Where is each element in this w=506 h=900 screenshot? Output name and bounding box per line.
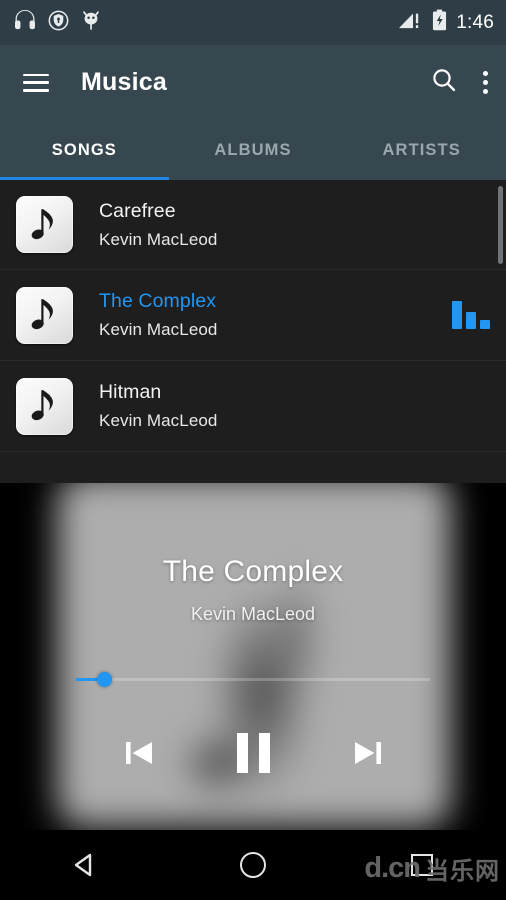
seek-bar-track [76, 678, 430, 681]
table-row[interactable]: Carefree Kevin MacLeod [0, 180, 506, 270]
song-title: The Complex [99, 290, 217, 312]
seek-bar-thumb[interactable] [97, 672, 112, 687]
seek-bar[interactable] [76, 672, 430, 687]
status-bar-left-icons [14, 9, 101, 36]
tab-artists[interactable]: ARTISTS [337, 120, 506, 180]
battery-charging-icon [432, 9, 447, 36]
status-bar: 1:46 [0, 0, 506, 45]
shield-lock-icon [48, 10, 69, 36]
tab-albums[interactable]: ALBUMS [169, 120, 338, 180]
row-text: The Complex Kevin MacLeod [99, 290, 217, 340]
list-scrollbar[interactable] [498, 186, 503, 264]
android-navigation-bar: d.cn 当乐网 [0, 830, 506, 900]
now-playing-artist: Kevin MacLeod [190, 604, 316, 624]
tab-songs[interactable]: SONGS [0, 120, 169, 180]
signal-warning-icon [398, 10, 423, 35]
previous-track-icon[interactable] [119, 733, 159, 773]
album-art-thumbnail [16, 377, 73, 435]
album-art-thumbnail [16, 286, 73, 344]
album-art-thumbnail [16, 196, 73, 253]
song-list[interactable]: Carefree Kevin MacLeod The Complex Kevin… [0, 180, 506, 483]
now-playing-equalizer-icon [452, 301, 490, 329]
song-artist: Kevin MacLeod [99, 411, 218, 430]
status-bar-right-icons: 1:46 [398, 9, 494, 36]
app-bar: Musica [0, 45, 506, 120]
back-triangle-icon[interactable] [0, 851, 169, 879]
status-bar-clock: 1:46 [456, 11, 494, 33]
music-note-icon [31, 390, 53, 421]
search-icon[interactable] [431, 67, 457, 98]
hamburger-menu-icon[interactable] [23, 73, 49, 92]
pause-icon[interactable] [236, 733, 270, 773]
page-title: Musica [81, 68, 167, 96]
row-text: Hitman Kevin MacLeod [99, 381, 217, 431]
now-playing-content: The Complex Kevin MacLeod [0, 483, 506, 830]
music-note-icon [31, 299, 53, 330]
now-playing-title: The Complex [162, 555, 344, 588]
headphones-icon [14, 10, 36, 35]
tab-bar: SONGS ALBUMS ARTISTS [0, 120, 506, 180]
song-artist: Kevin MacLeod [99, 229, 218, 249]
row-text: Carefree Kevin MacLeod [99, 200, 217, 250]
home-circle-icon[interactable] [169, 852, 338, 878]
now-playing-panel[interactable]: The Complex Kevin MacLeod [0, 483, 506, 830]
song-title: Hitman [99, 381, 162, 403]
music-note-icon [31, 208, 53, 239]
song-artist: Kevin MacLeod [99, 320, 218, 339]
playback-controls [0, 733, 506, 773]
overflow-menu-icon[interactable] [483, 71, 488, 94]
table-row[interactable]: Hitman Kevin MacLeod [0, 361, 506, 452]
next-track-icon[interactable] [348, 733, 388, 773]
phone-screen: 1:46 Musica SONGS ALBUMS ARTISTS Carefre… [0, 0, 506, 900]
app-bar-actions [431, 67, 488, 98]
robot-head-icon [81, 9, 101, 36]
recents-square-icon[interactable] [337, 854, 506, 876]
table-row[interactable]: The Complex Kevin MacLeod [0, 270, 506, 361]
song-title: Carefree [99, 199, 176, 222]
